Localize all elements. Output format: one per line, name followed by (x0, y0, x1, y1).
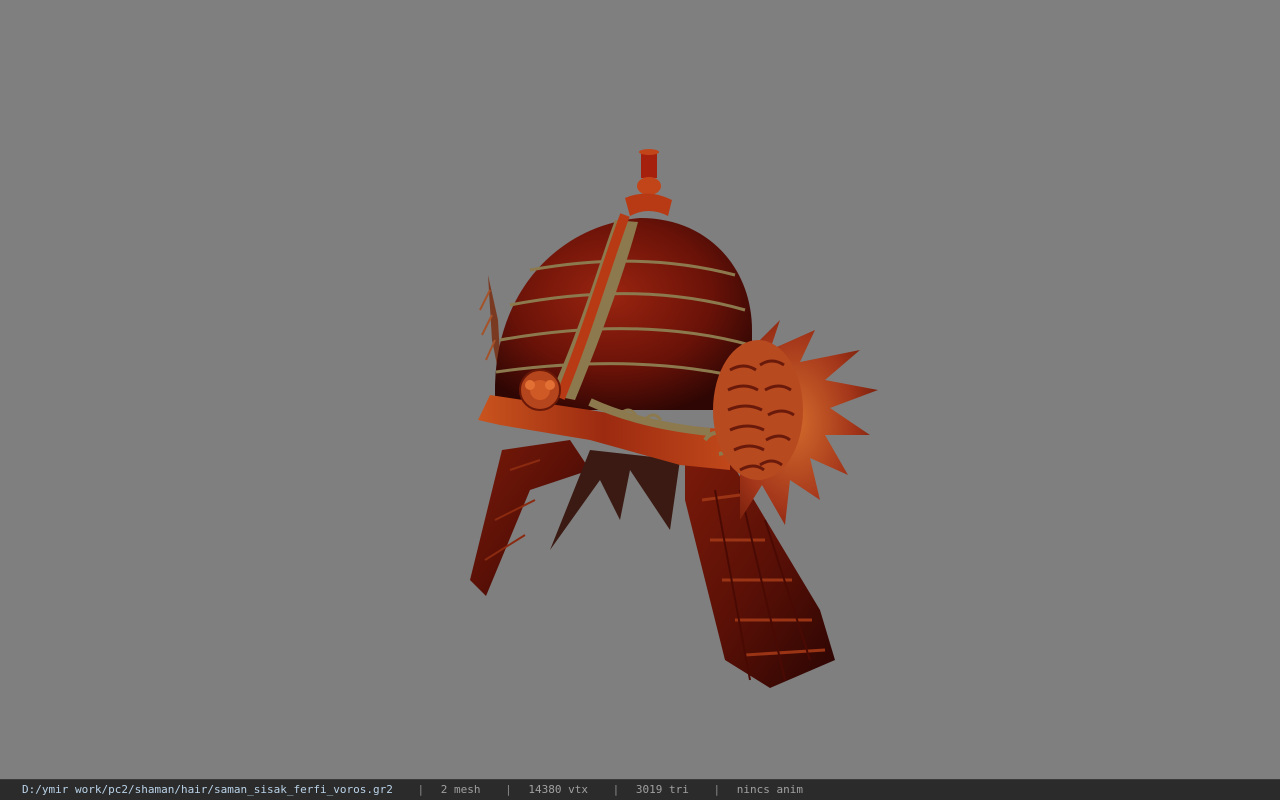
separator: | (713, 783, 721, 796)
separator: | (417, 783, 425, 796)
mesh-count: 2 mesh (440, 783, 481, 796)
separator: | (505, 783, 512, 796)
triangle-count: 3019 tri (635, 783, 689, 796)
helmet-model[interactable] (440, 140, 900, 700)
status-bar: D:/ymir work/pc2/shaman/hair/saman_sisak… (0, 779, 1280, 800)
separator: | (612, 783, 620, 796)
file-path: D:/ymir work/pc2/shaman/hair/saman_sisak… (22, 783, 393, 796)
vertex-count: 14380 vtx (528, 783, 588, 796)
3d-viewport[interactable] (0, 0, 1280, 779)
animation-status: nincs anim (736, 783, 803, 796)
helmet-finial (641, 152, 657, 178)
